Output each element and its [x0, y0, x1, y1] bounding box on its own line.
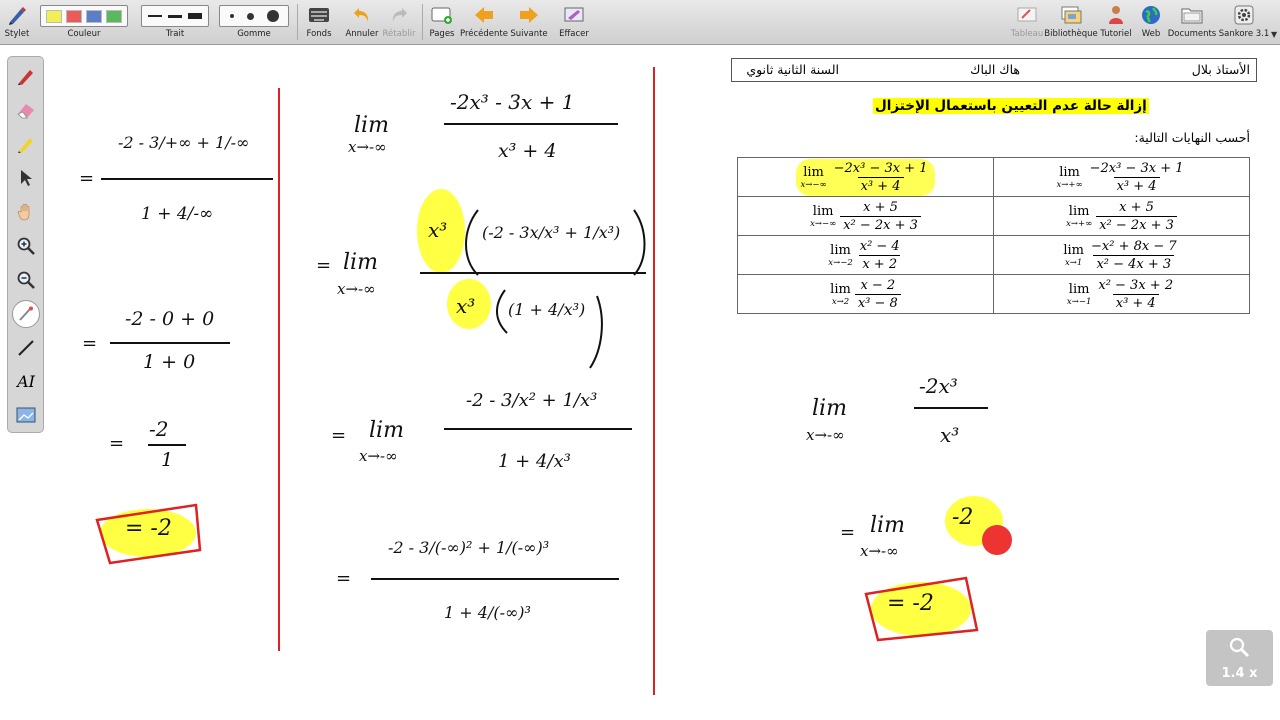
ink-numerator-4: -2 - 3/(-∞)² + 1/(-∞)³: [388, 538, 550, 557]
ink-lim-arrow: x→-∞: [860, 542, 899, 560]
table-cell: lim x→−∞ −2x³ − 3x + 1 x³ + 4: [737, 157, 994, 197]
table-row: lim x→−∞ x + 5 x² − 2x + 3 lim x→+∞ x + 5 x²…: [737, 196, 1250, 236]
ink-fraction-bar: [101, 178, 273, 180]
table-cell: lim x→−1 x² − 3x + 2 x³ + 4: [993, 274, 1250, 314]
ink-lim-arrow: x→-∞: [806, 426, 845, 444]
ink-c1-numerator-1: -2 - 3/+∞ + 1/-∞: [118, 133, 250, 152]
limit-expression: lim x→2 x − 2 x³ − 8: [830, 278, 901, 311]
column-divider-1: [278, 88, 280, 651]
ink-c1-denominator-1: 1 + 4/-∞: [141, 204, 214, 224]
paren-left-bottom: [496, 289, 508, 334]
ink-numerator-1: -2x³ - 3x + 1: [450, 90, 575, 114]
ink-equals: =: [331, 425, 347, 446]
ink-lim: lim: [369, 418, 404, 443]
ink-equals: =: [82, 333, 98, 354]
table-cell: lim x→−2 x² − 4x + 2: [737, 235, 994, 275]
table-cell: lim x→1 −x² + 8x − 7 x² − 4x + 3: [993, 235, 1250, 275]
paren-right-top: [633, 209, 646, 276]
limit-expression: lim x→−∞ −2x³ − 3x + 1 x³ + 4: [796, 158, 935, 196]
zoom-level: 1.4 x: [1221, 666, 1258, 681]
class-level: السنة الثانية ثانوي: [746, 62, 839, 77]
magnifier-icon: [1228, 636, 1250, 663]
ink-equals: =: [109, 433, 125, 454]
sheet-instruction: أحسب النهايات التالية:: [1134, 130, 1250, 145]
teacher-name: الأستاذ بلال: [1191, 62, 1250, 77]
ink-factor-x3: x³: [428, 218, 448, 242]
ink-result-right: = -2: [887, 591, 934, 616]
ink-denominator-4: 1 + 4/(-∞)³: [444, 603, 531, 622]
ink-right-denominator: x³: [940, 423, 960, 447]
ink-denominator-1: x³ + 4: [498, 140, 557, 162]
table-row: lim x→−∞ −2x³ − 3x + 1 x³ + 4 lim x→+∞ −2x³…: [737, 157, 1250, 197]
ink-result-left: = -2: [125, 516, 172, 541]
table-row: lim x→−2 x² − 4x + 2 lim x→1 −x² + 8x − 7x…: [737, 235, 1250, 275]
ink-factor-x3: x³: [456, 294, 476, 318]
ink-c1-numerator-3: -2: [149, 417, 169, 441]
sheet-title: إزالة حالة عدم التعيين باستعمال الإختزال: [873, 98, 1149, 114]
ink-factor-expr-bottom: (1 + 4/x³): [508, 300, 586, 319]
ink-equals: =: [336, 568, 352, 589]
table-cell: lim x→+∞ −2x³ − 3x + 1 x³ + 4: [993, 157, 1250, 197]
ink-numerator-3: -2 - 3/x² + 1/x³: [466, 390, 598, 411]
zoom-indicator[interactable]: 1.4 x: [1206, 630, 1273, 686]
limits-table: lim x→−∞ −2x³ − 3x + 1 x³ + 4 lim x→+∞ −2x³…: [737, 157, 1250, 314]
ink-equals: =: [840, 522, 856, 543]
ink-c1-denominator-2: 1 + 0: [143, 351, 196, 373]
laser-pointer-dot: [982, 525, 1012, 555]
ink-c1-denominator-3: 1: [161, 449, 174, 471]
ink-right-value: -2: [952, 505, 974, 530]
ink-fraction-bar: [148, 444, 186, 446]
column-divider-2: [653, 67, 655, 695]
ink-fraction-bar: [444, 123, 618, 125]
ink-lim-arrow: x→-∞: [337, 280, 376, 298]
ink-lim: lim: [343, 250, 378, 275]
ink-denominator-3: 1 + 4/x³: [498, 451, 571, 472]
ink-factor-expr-top: (-2 - 3x/x³ + 1/x³): [482, 223, 621, 242]
limit-expression: lim x→−1 x² − 3x + 2 x³ + 4: [1066, 277, 1174, 311]
ink-lim: lim: [354, 113, 389, 138]
ink-fraction-bar: [914, 407, 988, 409]
ink-equals: =: [79, 168, 95, 189]
table-cell: lim x→+∞ x + 5 x² − 2x + 3: [993, 196, 1250, 236]
limit-expression: lim x→−2 x² − 4x + 2: [828, 238, 901, 272]
whiteboard-app: { "toolbar": { "stylet": "Stylet", "coul…: [0, 0, 1280, 720]
limit-expression: lim x→1 −x² + 8x − 7 x² − 4x + 3: [1063, 238, 1177, 272]
ink-c1-numerator-2: -2 - 0 + 0: [125, 308, 215, 330]
ink-equals: =: [316, 255, 332, 276]
ink-lim: lim: [812, 396, 847, 421]
table-cell: lim x→−∞ x + 5 x² − 2x + 3: [737, 196, 994, 236]
ink-lim: lim: [870, 513, 905, 538]
ink-fraction-bar: [420, 272, 646, 274]
ink-right-numerator: -2x³: [919, 374, 958, 398]
sheet-header: الأستاذ بلال هاك الباك السنة الثانية ثان…: [731, 58, 1257, 82]
source-name: هاك الباك: [970, 62, 1020, 77]
limit-expression: lim x→−∞ x + 5 x² − 2x + 3: [810, 200, 921, 233]
paren-left-top: [465, 209, 479, 276]
limit-expression: lim x→+∞ −2x³ − 3x + 1 x³ + 4: [1056, 160, 1184, 194]
ink-fraction-bar: [371, 578, 619, 580]
ink-fraction-bar: [444, 428, 632, 430]
table-row: lim x→2 x − 2 x³ − 8 lim x→−1 x² − 3x + 2 x³…: [737, 274, 1250, 314]
table-cell: lim x→2 x − 2 x³ − 8: [737, 274, 994, 314]
paren-right-bottom: [589, 295, 603, 369]
ink-fraction-bar: [110, 342, 230, 344]
ink-lim-arrow: x→-∞: [359, 447, 398, 465]
ink-lim-arrow: x→-∞: [348, 138, 387, 156]
limit-expression: lim x→+∞ x + 5 x² − 2x + 3: [1066, 200, 1177, 233]
